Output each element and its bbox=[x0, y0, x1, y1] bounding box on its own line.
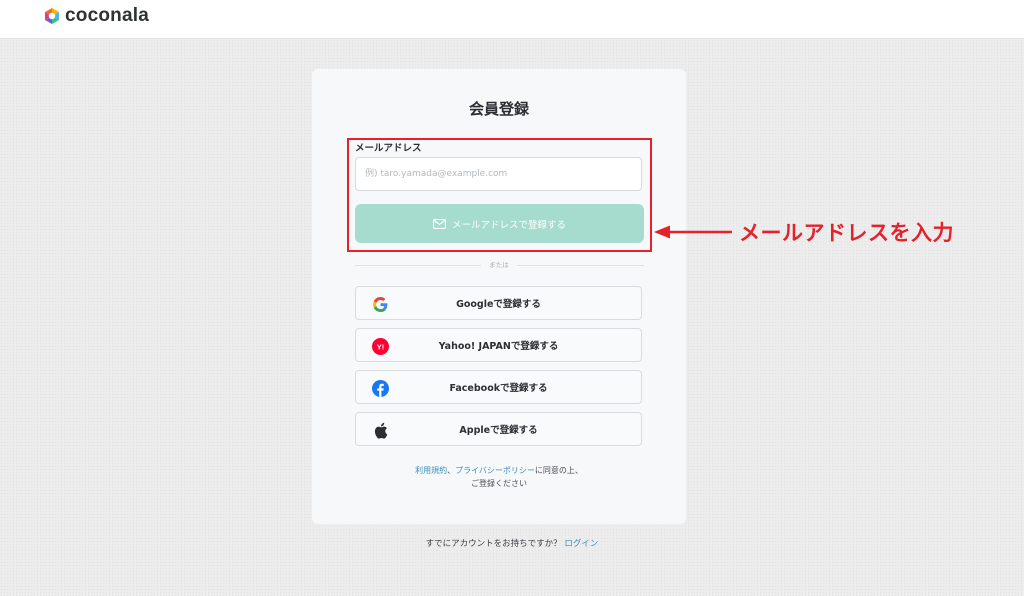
email-label: メールアドレス bbox=[355, 143, 422, 154]
email-signup-button[interactable]: メールアドレスで登録する bbox=[355, 204, 644, 243]
facebook-signup-label: Facebookで登録する bbox=[449, 383, 548, 394]
page-title: 会員登録 bbox=[468, 100, 529, 118]
coconala-logo-icon bbox=[45, 8, 59, 24]
login-prompt: すでにアカウントをお持ちですか？ ログイン bbox=[0, 537, 1024, 549]
signup-card: 会員登録 メールアドレス メールアドレスで登録する または Googleで登録す… bbox=[312, 69, 686, 524]
apple-signup-label: Appleで登録する bbox=[459, 425, 538, 436]
email-field[interactable] bbox=[355, 157, 642, 191]
google-icon bbox=[371, 295, 389, 313]
site-header: coconala bbox=[0, 0, 1024, 39]
google-signup-button[interactable]: Googleで登録する bbox=[355, 286, 642, 320]
facebook-signup-button[interactable]: Facebookで登録する bbox=[355, 370, 642, 404]
apple-icon bbox=[371, 421, 389, 439]
google-signup-label: Googleで登録する bbox=[456, 299, 541, 310]
yahoo-icon: Y! bbox=[371, 337, 389, 355]
login-link[interactable]: ログイン bbox=[564, 539, 598, 549]
annotation-arrow bbox=[654, 225, 732, 239]
terms-suffix: に同意の上、 bbox=[534, 466, 583, 475]
yahoo-signup-label: Yahoo! JAPANで登録する bbox=[438, 341, 559, 352]
annotation-text: メールアドレスを入力 bbox=[739, 221, 954, 245]
mail-icon bbox=[433, 218, 446, 229]
yahoo-signup-button[interactable]: Y! Yahoo! JAPANで登録する bbox=[355, 328, 642, 362]
coconala-logo[interactable]: coconala bbox=[43, 5, 149, 27]
terms-notice: 利用規約、プライバシーポリシーに同意の上、 ご登録ください bbox=[312, 464, 686, 490]
privacy-policy-link[interactable]: プライバシーポリシー bbox=[455, 466, 535, 475]
svg-text:Y!: Y! bbox=[376, 342, 384, 351]
logo-text: coconala bbox=[65, 5, 149, 26]
or-text: または bbox=[481, 261, 517, 269]
terms-link[interactable]: 利用規約 bbox=[415, 466, 447, 475]
email-signup-label: メールアドレスで登録する bbox=[451, 219, 566, 231]
terms-line2: ご登録ください bbox=[471, 479, 527, 488]
facebook-icon bbox=[371, 379, 389, 397]
terms-separator: 、 bbox=[447, 466, 456, 475]
login-prompt-text: すでにアカウントをお持ちですか？ bbox=[425, 539, 562, 549]
or-separator: または bbox=[312, 259, 686, 269]
apple-signup-button[interactable]: Appleで登録する bbox=[355, 412, 642, 446]
